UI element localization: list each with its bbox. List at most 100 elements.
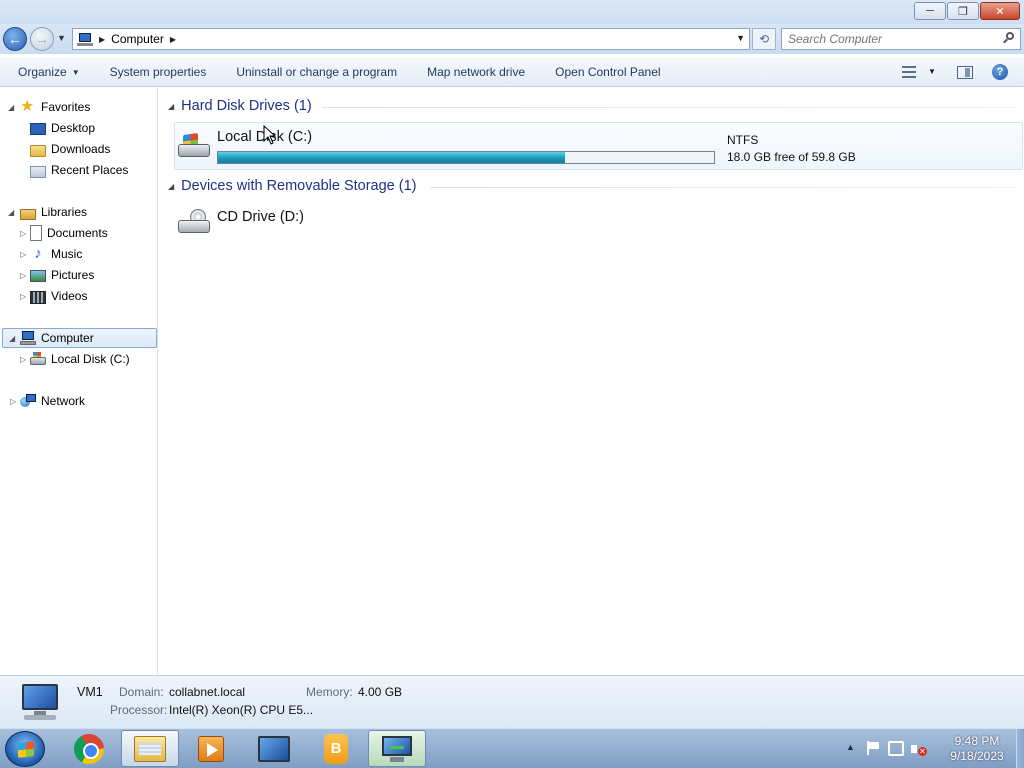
memory-value: 4.00 GB: [358, 685, 403, 699]
nav-recent-places[interactable]: Recent Places: [30, 160, 128, 180]
open-control-panel-button[interactable]: Open Control Panel: [540, 58, 675, 86]
remote-desktop-icon: [258, 735, 290, 762]
back-button[interactable]: ←: [3, 27, 27, 51]
taskbar-remote-desktop[interactable]: [245, 730, 303, 767]
network-icon: [20, 393, 36, 409]
navigation-pane: ◢ ★ Favorites Desktop Downloads Recent P…: [0, 88, 158, 674]
close-button[interactable]: ✕: [980, 2, 1020, 20]
expand-arrow-icon[interactable]: ▷: [20, 250, 26, 259]
nav-favorites[interactable]: ◢ ★ Favorites: [8, 97, 91, 117]
taskbar-signal[interactable]: B: [307, 730, 365, 767]
nav-pictures[interactable]: ▷ Pictures: [20, 265, 94, 285]
nav-downloads[interactable]: Downloads: [30, 139, 110, 159]
expand-arrow-icon[interactable]: ▷: [10, 397, 16, 406]
expand-arrow-icon[interactable]: ▷: [20, 355, 26, 364]
refresh-button[interactable]: ⟲: [752, 28, 776, 50]
search-box[interactable]: [781, 28, 1021, 50]
clock[interactable]: 9:48 PM 9/18/2023: [938, 734, 1016, 764]
computer-management-icon: [382, 735, 412, 762]
nav-label: Computer: [41, 331, 94, 345]
domain-label: Domain:: [119, 685, 164, 699]
system-tray: ▲ ✕ 9:48 PM 9/18/2023: [838, 729, 1024, 768]
minimize-button[interactable]: ─: [914, 2, 946, 20]
address-history-dropdown[interactable]: ▼: [736, 33, 745, 43]
desktop-icon: [30, 123, 46, 135]
nav-label: Videos: [51, 289, 88, 303]
expand-arrow-icon[interactable]: ▷: [20, 271, 26, 280]
forward-button[interactable]: →: [30, 27, 54, 51]
arrow-right-icon: →: [35, 31, 49, 47]
expand-arrow-icon[interactable]: ◢: [8, 208, 14, 217]
taskbar-chrome[interactable]: [60, 730, 118, 767]
show-desktop-button[interactable]: [1016, 729, 1024, 768]
expand-arrow-icon[interactable]: ◢: [9, 334, 15, 343]
pictures-icon: [30, 270, 46, 282]
recent-pages-dropdown[interactable]: ▼: [57, 33, 66, 43]
nav-label: Pictures: [51, 268, 95, 282]
nav-local-disk[interactable]: ▷ Local Disk (C:): [20, 349, 130, 369]
documents-icon: [30, 225, 42, 241]
network-tray-icon[interactable]: [888, 741, 904, 756]
recent-places-icon: [30, 165, 46, 178]
group-title: Devices with Removable Storage (1): [181, 178, 417, 194]
taskbar-windows-explorer[interactable]: [121, 730, 179, 767]
drive-c-usage-bar: [217, 151, 715, 164]
chevron-right-icon[interactable]: ▶: [170, 35, 176, 44]
nav-computer[interactable]: ◢ Computer: [2, 328, 157, 348]
nav-label: Desktop: [51, 121, 96, 135]
change-view-icon[interactable]: [902, 66, 916, 78]
collapse-arrow-icon[interactable]: ◢: [168, 182, 174, 191]
drive-c-free-space: 18.0 GB free of 59.8 GB: [727, 150, 856, 164]
address-row: ← → ▼ ▶ Computer ▶ ▼ ⟲: [0, 24, 1024, 54]
computer-icon: [77, 32, 93, 46]
search-input[interactable]: [788, 29, 998, 49]
system-properties-button[interactable]: System properties: [95, 58, 222, 86]
taskbar: B ▲ ✕ 9:48 PM 9/18/2023: [0, 728, 1024, 768]
preview-pane-icon[interactable]: [957, 66, 973, 79]
chevron-right-icon[interactable]: ▶: [99, 35, 105, 44]
drive-d-tile[interactable]: CD Drive (D:): [174, 200, 334, 244]
taskbar-media-player[interactable]: [182, 730, 240, 767]
view-options-dropdown[interactable]: ▼: [928, 67, 936, 76]
nav-music[interactable]: ▷ ♪ Music: [20, 244, 82, 264]
nav-network[interactable]: ▷ Network: [10, 391, 85, 411]
volume-muted-icon[interactable]: ✕: [910, 741, 927, 757]
nav-videos[interactable]: ▷ Videos: [20, 286, 87, 306]
signal-app-icon: B: [324, 733, 348, 764]
show-hidden-icons-icon[interactable]: ▲: [846, 742, 855, 752]
nav-documents[interactable]: ▷ Documents: [20, 223, 108, 243]
drive-c-tile[interactable]: Local Disk (C:) NTFS 18.0 GB free of 59.…: [174, 122, 1023, 170]
breadcrumb-computer[interactable]: Computer: [111, 32, 164, 46]
nav-desktop[interactable]: Desktop: [30, 118, 95, 138]
computer-name: VM1: [77, 685, 103, 699]
cd-drive-icon: [178, 206, 210, 238]
map-network-drive-button[interactable]: Map network drive: [412, 58, 540, 86]
processor-label: Processor:: [110, 703, 168, 717]
help-icon[interactable]: ?: [992, 64, 1008, 80]
expand-arrow-icon[interactable]: ▷: [20, 229, 26, 238]
group-header-removable[interactable]: ◢ Devices with Removable Storage (1): [168, 176, 416, 196]
uninstall-program-button[interactable]: Uninstall or change a program: [221, 58, 412, 86]
details-pane: VM1 Domain: collabnet.local Memory: 4.00…: [0, 675, 1024, 728]
maximize-button[interactable]: ❐: [947, 2, 979, 20]
drive-d-name: CD Drive (D:): [217, 209, 304, 225]
nav-label: Music: [51, 247, 83, 261]
processor-value: Intel(R) Xeon(R) CPU E5...: [169, 703, 314, 717]
group-header-hard-disk[interactable]: ◢ Hard Disk Drives (1): [168, 96, 312, 116]
computer-icon: [20, 330, 36, 346]
clock-date: 9/18/2023: [950, 749, 1004, 763]
action-center-flag-icon[interactable]: [866, 741, 880, 755]
taskbar-computer-management[interactable]: [368, 730, 426, 767]
address-bar[interactable]: ▶ Computer ▶ ▼: [72, 28, 750, 50]
nav-libraries[interactable]: ◢ Libraries: [8, 202, 87, 222]
window-controls: ─ ❐ ✕: [914, 2, 1020, 20]
organize-button[interactable]: Organize ▼: [0, 58, 95, 86]
collapse-arrow-icon[interactable]: ◢: [168, 102, 174, 111]
nav-label: Favorites: [41, 100, 91, 114]
windows-logo-icon: [18, 741, 34, 758]
expand-arrow-icon[interactable]: ▷: [20, 292, 26, 301]
search-icon[interactable]: [1003, 32, 1015, 44]
expand-arrow-icon[interactable]: ◢: [8, 103, 14, 112]
drive-c-filesystem: NTFS: [727, 133, 759, 147]
start-button[interactable]: [5, 731, 45, 767]
